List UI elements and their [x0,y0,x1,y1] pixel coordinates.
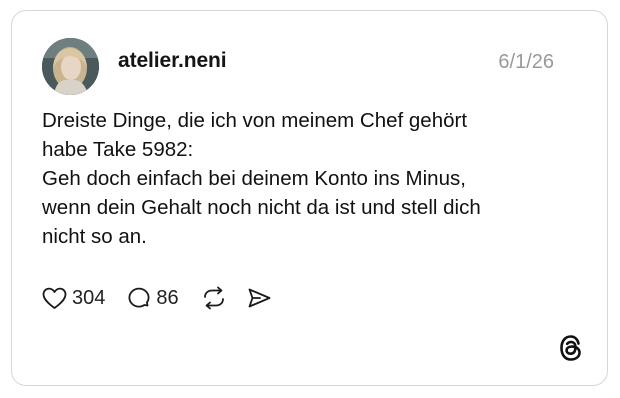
repost-button[interactable] [201,286,227,310]
share-button[interactable] [247,287,272,309]
post-text-line: Geh doch einfach bei deinem Konto ins Mi… [42,167,466,190]
post-text-line: habe Take 5982: [42,138,194,161]
like-button[interactable]: 304 [42,287,105,310]
speech-bubble-icon [127,286,151,310]
action-bar: 304 86 [42,283,272,313]
heart-icon [42,287,67,310]
avatar-image [42,38,99,95]
post-card: atelier.neni 6/1/26 Dreiste Dinge, die i… [11,10,608,386]
repost-icon [201,286,227,310]
post-text-line: wenn dein Gehalt noch nicht da ist und s… [42,196,481,219]
reply-button[interactable]: 86 [127,286,179,310]
avatar[interactable] [42,38,99,95]
send-icon [247,287,272,309]
post-date: 6/1/26 [498,51,554,73]
username[interactable]: atelier.neni [118,49,227,73]
post-text-line: Dreiste Dinge, die ich von meinem Chef g… [42,109,468,132]
post-text-line: nicht so an. [42,225,147,248]
post-text: Dreiste Dinge, die ich von meinem Chef g… [42,106,562,251]
like-count: 304 [72,286,106,309]
reply-count: 86 [156,286,179,309]
threads-logo-icon [558,334,584,362]
